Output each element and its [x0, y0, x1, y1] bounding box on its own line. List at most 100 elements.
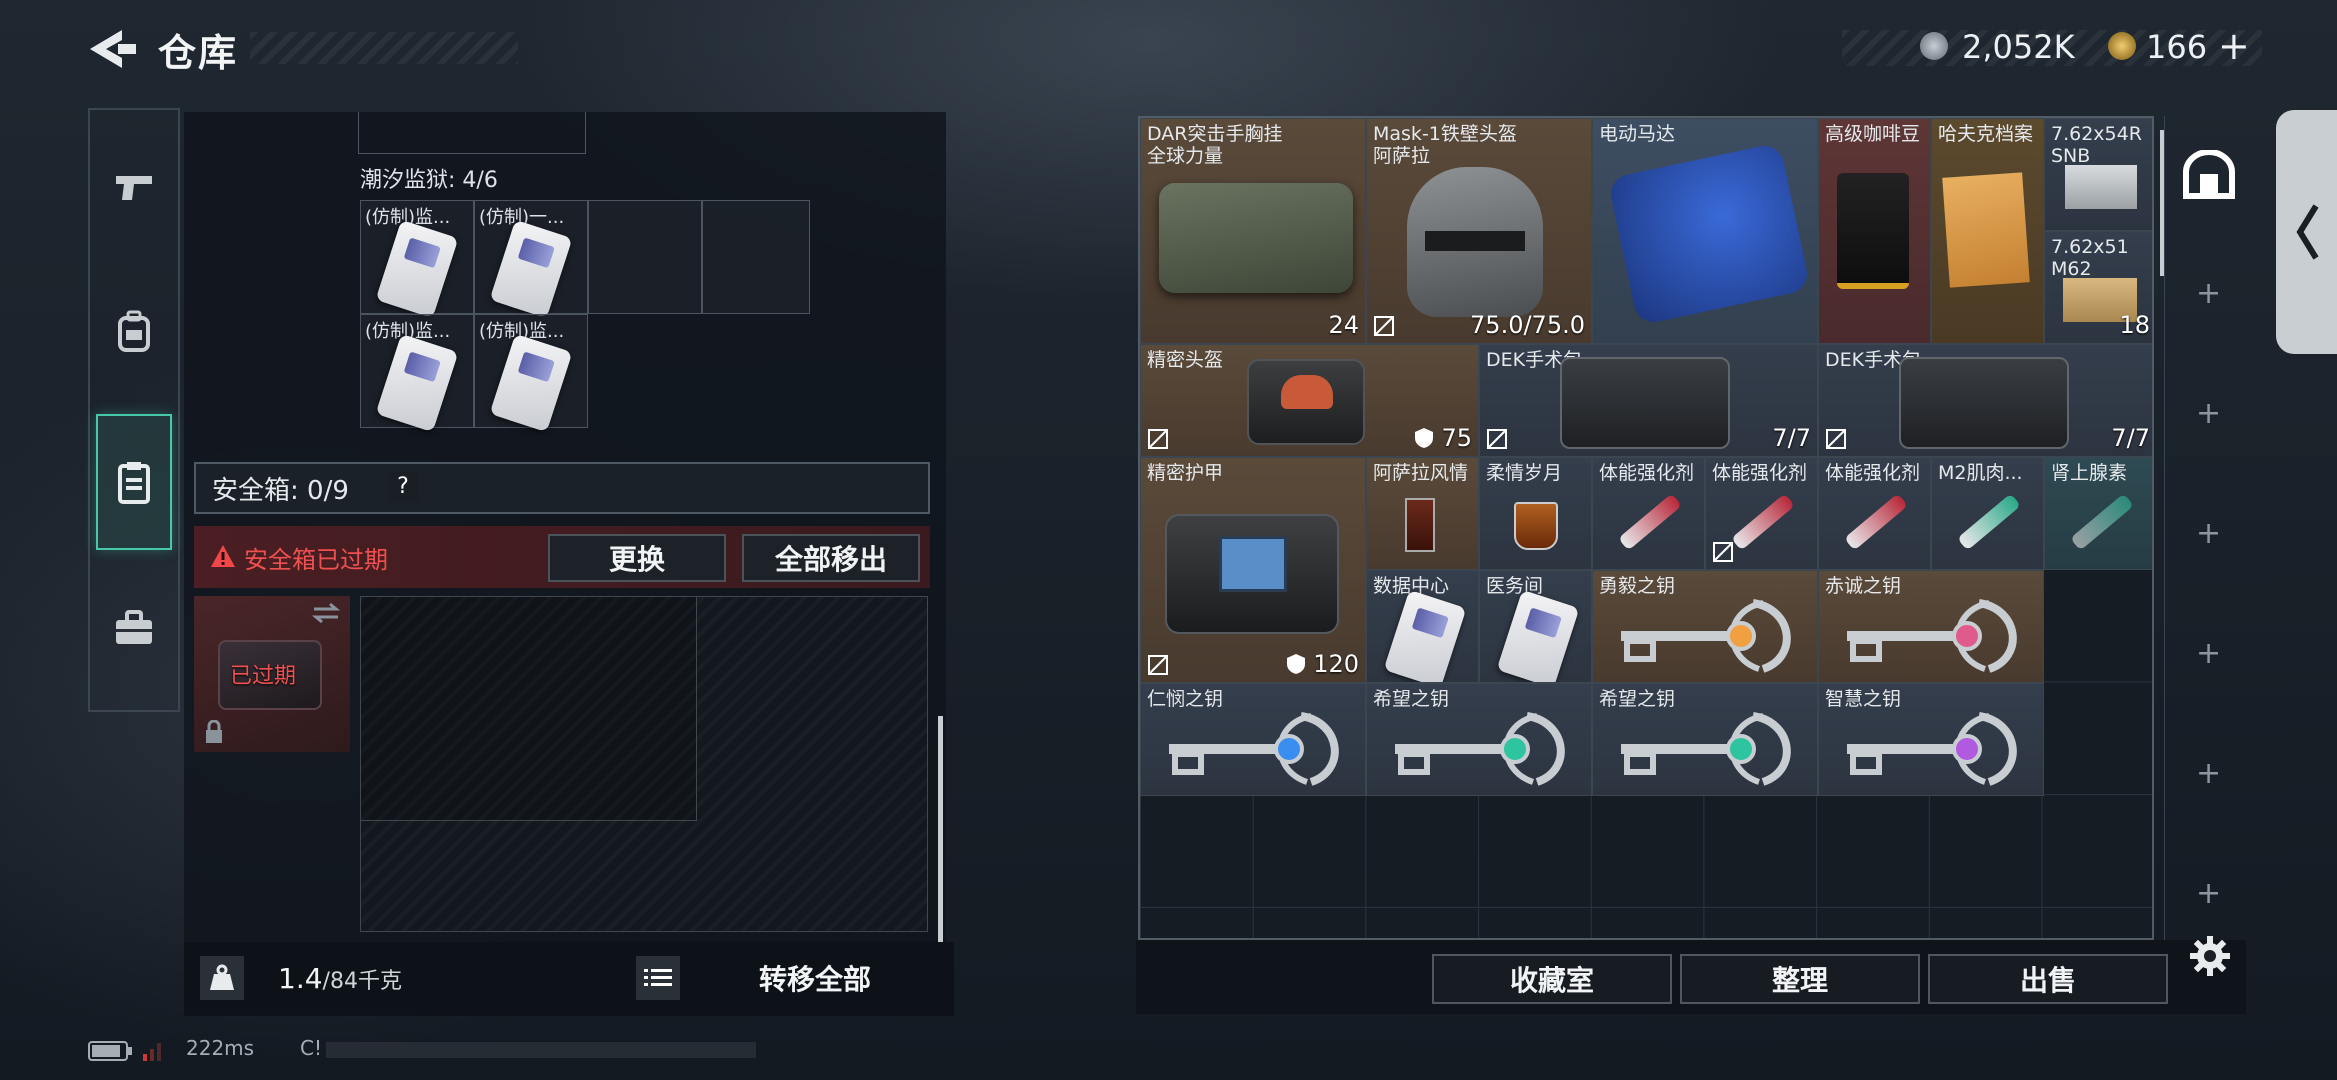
move-all-out-button[interactable]: 全部移出 [742, 534, 920, 582]
add-page-plus-icon[interactable]: + [2196, 636, 2221, 671]
key-icon [1621, 712, 1791, 786]
item-key-hope[interactable]: 希望之钥 [1592, 683, 1818, 796]
toolbox-icon [116, 610, 152, 644]
add-page-plus-icon[interactable]: + [2196, 516, 2221, 551]
medkit-icon [1560, 357, 1730, 449]
nav-safe-box[interactable] [96, 414, 172, 550]
item-coffee-beans[interactable]: 高级咖啡豆 [1818, 118, 1931, 344]
safebox-slot-area [361, 597, 697, 821]
replace-button[interactable]: 更换 [548, 534, 726, 582]
key-icon [1621, 599, 1791, 673]
access-card-icon [375, 219, 459, 319]
item-chest-rig[interactable]: DAR突击手胸挂 全球力量 24 [1140, 118, 1366, 344]
access-card-icon [489, 219, 573, 319]
organize-button[interactable]: 整理 [1680, 954, 1920, 1004]
nav-weapons[interactable] [96, 140, 172, 236]
injector-icon [1731, 493, 1795, 551]
item-stamina-booster[interactable]: 体能强化剂 [1592, 457, 1705, 570]
blurred-status-bar [326, 1042, 756, 1058]
safebox-item-slot[interactable]: 已过期 [194, 596, 350, 752]
expired-message: 安全箱已过期 [244, 546, 388, 574]
list-view-icon[interactable] [636, 956, 680, 1000]
item-key-wisdom[interactable]: 智慧之钥 [1818, 683, 2044, 796]
gold-coin-icon [2108, 32, 2136, 60]
safebox-help-icon[interactable]: ? [388, 472, 418, 502]
access-card-icon [375, 333, 459, 433]
silver-coin-icon [1920, 32, 1948, 60]
safe-box-icon [118, 462, 150, 504]
add-page-plus-icon[interactable]: + [2196, 876, 2221, 906]
item-ammo-762x54r[interactable]: 7.62x54R SNB [2044, 118, 2152, 231]
transfer-all-button[interactable]: 转移全部 [690, 958, 940, 1002]
pistol-icon [116, 176, 152, 200]
item-dek-surgical-kit[interactable]: DEK手术包 7/7 [1479, 344, 1818, 457]
sell-button[interactable]: 出售 [1928, 954, 2168, 1004]
ping-value: 222ms [186, 1036, 255, 1060]
battery-icon [88, 1041, 132, 1061]
empty-slot[interactable] [588, 200, 702, 314]
item-dek-surgical-kit[interactable]: DEK手术包 7/7 [1818, 344, 2152, 457]
stash-grid[interactable]: DAR突击手胸挂 全球力量 24 Mask-1铁壁头盔 阿萨拉 75.0/75.… [1138, 116, 2154, 940]
side-drawer-tab[interactable] [2276, 110, 2337, 354]
weight-value: 1.4/84千克 [278, 962, 402, 995]
swap-icon[interactable] [312, 602, 340, 624]
access-card-icon [1496, 589, 1580, 682]
add-page-plus-icon[interactable]: + [2196, 396, 2221, 431]
collection-room-button[interactable]: 收藏室 [1432, 954, 1672, 1004]
item-haavk-file[interactable]: 哈夫克档案 [1931, 118, 2044, 344]
tide-item-slot[interactable]: (仿制)监... [474, 314, 588, 433]
tide-item-slot[interactable]: (仿制)监... [360, 200, 474, 319]
item-precision-armor[interactable]: 精密护甲 120 [1140, 457, 1366, 683]
item-stamina-booster[interactable]: 体能强化剂 [1705, 457, 1818, 570]
nav-toolbox[interactable] [96, 580, 172, 676]
key-icon [1169, 712, 1339, 786]
item-precision-helmet[interactable]: 精密头盔 75 [1140, 344, 1479, 457]
item-key-courage[interactable]: 勇毅之钥 [1592, 570, 1818, 683]
injector-icon [1957, 493, 2021, 551]
item-tender-years[interactable]: 柔情岁月 [1479, 457, 1592, 570]
gear-icon[interactable] [2188, 934, 2232, 978]
item-ammo-762x51[interactable]: 7.62x51 M62 18 [2044, 231, 2152, 344]
tide-item-slot[interactable]: (仿制)监... [360, 314, 474, 433]
item-stamina-booster[interactable]: 体能强化剂 [1818, 457, 1931, 570]
item-electric-motor[interactable]: 电动马达 [1592, 118, 1818, 344]
tide-prison-label: 潮汐监狱: 4/6 [360, 168, 498, 193]
back-arrow-icon[interactable] [86, 24, 138, 74]
item-key-mercy[interactable]: 仁悯之钥 [1140, 683, 1366, 796]
chevron-left-icon [2296, 204, 2319, 260]
add-currency-button[interactable]: + [2218, 24, 2250, 68]
add-page-plus-icon[interactable]: + [2196, 276, 2221, 311]
key-icon [1395, 712, 1565, 786]
injector-icon [1618, 493, 1682, 551]
injector-icon [1844, 493, 1908, 551]
safebox-grid[interactable] [360, 596, 928, 932]
no-insure-icon [1148, 429, 1168, 449]
page-title: 仓库 [158, 31, 239, 75]
item-helmet-mask1[interactable]: Mask-1铁壁头盔 阿萨拉 75.0/75.0 [1366, 118, 1592, 344]
expired-badge: 已过期 [230, 664, 297, 689]
panel-scrollbar[interactable] [938, 716, 943, 942]
stash-home-icon[interactable] [2182, 150, 2236, 200]
key-icon [1847, 599, 2017, 673]
shield-icon [1414, 428, 1433, 448]
key-icon [1847, 712, 2017, 786]
injector-icon [2070, 493, 2134, 551]
folder-icon [1942, 172, 2030, 288]
nav-backpack[interactable] [96, 284, 172, 380]
empty-slot[interactable] [702, 200, 810, 314]
item-key-sincerity[interactable]: 赤诚之钥 [1818, 570, 2044, 683]
lock-icon [206, 720, 222, 743]
item-m2-muscle[interactable]: M2肌肉... [1931, 457, 2044, 570]
item-data-center-card[interactable]: 数据中心 [1366, 570, 1479, 683]
add-page-plus-icon[interactable]: + [2196, 756, 2221, 791]
tide-item-slot[interactable]: (仿制)一... [474, 200, 588, 319]
item-medical-room-card[interactable]: 医务间 [1479, 570, 1592, 683]
previous-container-slots [358, 112, 586, 154]
item-adrenaline[interactable]: 肾上腺素 [2044, 457, 2152, 570]
ammo-box-icon [2065, 165, 2137, 209]
no-insure-icon [1713, 542, 1733, 562]
item-key-hope[interactable]: 希望之钥 [1366, 683, 1592, 796]
signal-icon [143, 1043, 161, 1061]
item-asara-style[interactable]: 阿萨拉风情 [1366, 457, 1479, 570]
status-extra: C! [300, 1036, 322, 1060]
